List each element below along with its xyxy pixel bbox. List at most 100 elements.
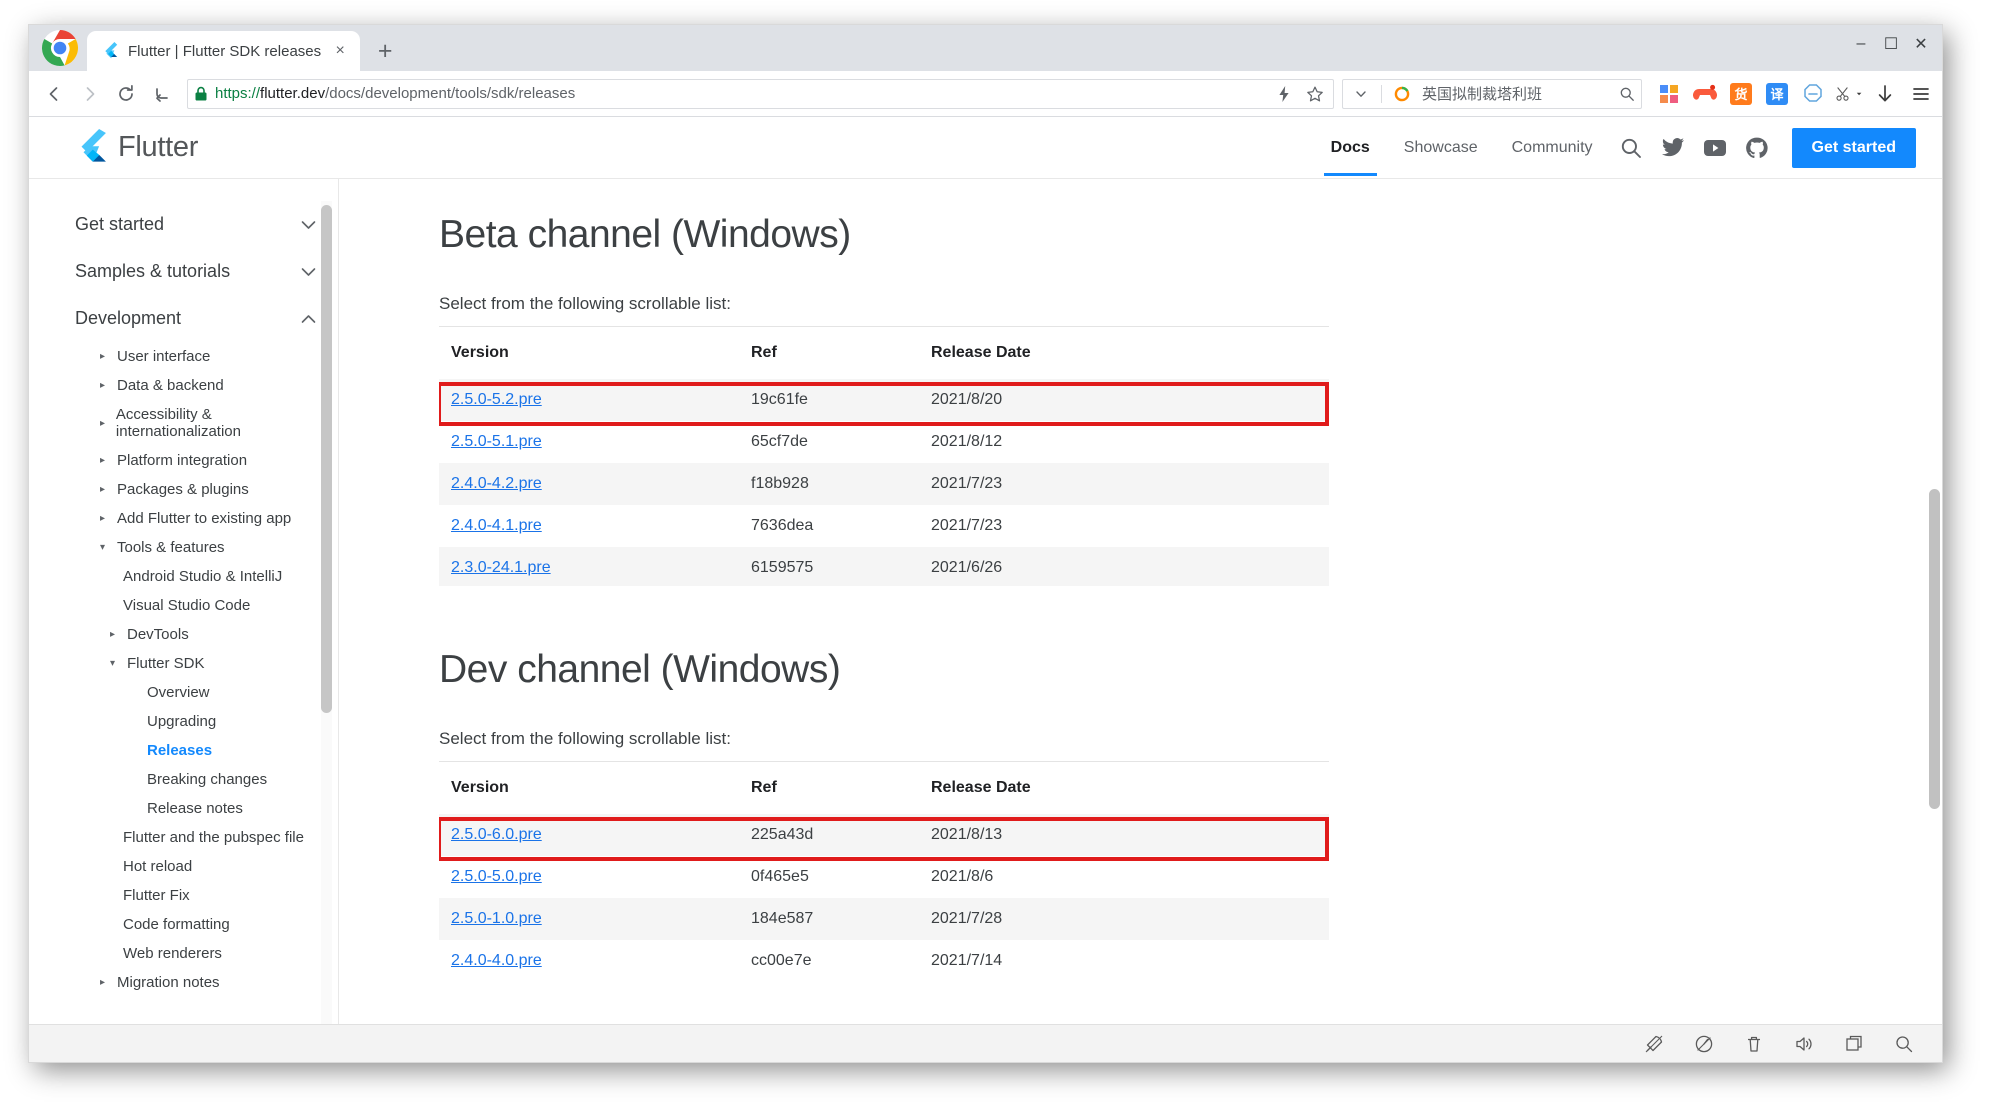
tab-close-icon[interactable]: ×: [330, 41, 350, 61]
dev-row-version[interactable]: 2.5.0-6.0.pre: [439, 814, 739, 856]
dev-row-date: 2021/7/14: [931, 952, 1003, 969]
table-row[interactable]: 2.4.0-4.0.pre cc00e7e 2021/7/14: [439, 940, 1329, 982]
rocket-icon[interactable]: [1642, 1032, 1666, 1056]
table-row[interactable]: 2.5.0-5.2.pre 19c61fe 2021/8/20: [439, 379, 1329, 421]
dev-row-version[interactable]: 2.4.0-4.0.pre: [439, 940, 739, 982]
dev-row-version[interactable]: 2.5.0-5.0.pre: [439, 856, 739, 898]
close-window-button[interactable]: ✕: [1906, 31, 1936, 57]
sidebar-item-releases[interactable]: Releases: [75, 736, 316, 765]
sidebar-item-flutter-fix[interactable]: Flutter Fix: [75, 881, 316, 910]
trash-icon[interactable]: [1742, 1032, 1766, 1056]
forward-button[interactable]: [73, 77, 107, 111]
sidebar-item-data-backend[interactable]: ▸ Data & backend: [75, 371, 316, 400]
sidebar-item-upgrading[interactable]: Upgrading: [75, 707, 316, 736]
beta-row-version[interactable]: 2.5.0-5.1.pre: [439, 421, 739, 463]
dev-table-header-row: Version Ref Release Date: [439, 762, 1329, 814]
sidebar-item-add-flutter-existing-app[interactable]: ▸ Add Flutter to existing app: [75, 504, 316, 533]
sidebar-item-tools-features[interactable]: ▾ Tools & features: [75, 533, 316, 562]
get-started-button[interactable]: Get started: [1791, 127, 1916, 168]
search-icon[interactable]: [1892, 1032, 1916, 1056]
brand[interactable]: Flutter: [75, 128, 198, 167]
search-icon[interactable]: [1610, 127, 1652, 169]
nav-link-docs[interactable]: Docs: [1314, 119, 1387, 176]
sidebar-item-flutter-sdk[interactable]: ▾ Flutter SDK: [75, 649, 316, 678]
adblock-icon[interactable]: [1800, 81, 1826, 107]
sidebar-item-migration-notes[interactable]: ▸ Migration notes: [75, 968, 316, 997]
version-link[interactable]: 2.5.0-5.0.pre: [451, 868, 542, 885]
table-row[interactable]: 2.5.0-1.0.pre 184e587 2021/7/28: [439, 898, 1329, 940]
table-row[interactable]: 2.3.0-24.1.pre 6159575 2021/6/26: [439, 547, 1329, 586]
menu-icon[interactable]: [1908, 81, 1934, 107]
version-link[interactable]: 2.3.0-24.1.pre: [451, 559, 551, 576]
search-engine-box[interactable]: 英国拟制裁塔利班: [1342, 78, 1642, 109]
sidebar-item-devtools[interactable]: ▸ DevTools: [75, 620, 316, 649]
chevron-down-icon[interactable]: [1349, 82, 1373, 106]
dev-row-version[interactable]: 2.5.0-1.0.pre: [439, 898, 739, 940]
page-scrollbar-track[interactable]: [1926, 179, 1942, 1062]
table-row[interactable]: 2.5.0-5.1.pre 65cf7de 2021/8/12: [439, 421, 1329, 463]
browser-tab[interactable]: Flutter | Flutter SDK releases ×: [87, 31, 361, 71]
sidebar-section-get-started[interactable]: Get started: [75, 201, 316, 248]
beta-row-version[interactable]: 2.3.0-24.1.pre: [439, 547, 739, 586]
version-link[interactable]: 2.4.0-4.1.pre: [451, 517, 542, 534]
sidebar-item-web-renderers[interactable]: Web renderers: [75, 939, 316, 968]
speed-dial-icon[interactable]: [1692, 1032, 1716, 1056]
minimize-button[interactable]: –: [1846, 31, 1876, 57]
beta-row-ref: f18b928: [751, 475, 809, 492]
game-controller-icon[interactable]: [1692, 81, 1718, 107]
beta-row-ref: 19c61fe: [751, 391, 808, 408]
sidebar-item-platform-integration[interactable]: ▸ Platform integration: [75, 446, 316, 475]
beta-row-version[interactable]: 2.4.0-4.2.pre: [439, 463, 739, 505]
version-link[interactable]: 2.4.0-4.2.pre: [451, 475, 542, 492]
sidebar-item-breaking-changes[interactable]: Breaking changes: [75, 765, 316, 794]
search-icon[interactable]: [1619, 86, 1635, 102]
download-icon[interactable]: [1872, 81, 1898, 107]
volume-icon[interactable]: [1792, 1032, 1816, 1056]
reload-button[interactable]: [109, 77, 143, 111]
sidebar-item-flutter-pubspec-file[interactable]: Flutter and the pubspec file: [75, 823, 316, 852]
sidebar-item-release-notes[interactable]: Release notes: [75, 794, 316, 823]
table-row[interactable]: 2.5.0-6.0.pre 225a43d 2021/8/13: [439, 814, 1329, 856]
lightning-icon[interactable]: [1272, 82, 1296, 106]
translate-badge-icon[interactable]: 译: [1764, 81, 1790, 107]
youtube-icon[interactable]: [1694, 127, 1736, 169]
version-link[interactable]: 2.5.0-1.0.pre: [451, 910, 542, 927]
sidebar-item-accessibility[interactable]: ▸ Accessibility & internationalization: [75, 400, 316, 446]
version-link[interactable]: 2.5.0-5.1.pre: [451, 433, 542, 450]
sidebar-item-label: Web renderers: [123, 945, 222, 962]
sidebar-scrollbar-thumb[interactable]: [321, 205, 332, 713]
sidebar-item-code-formatting[interactable]: Code formatting: [75, 910, 316, 939]
nav-link-showcase[interactable]: Showcase: [1387, 119, 1495, 176]
github-icon[interactable]: [1736, 127, 1778, 169]
table-row[interactable]: 2.4.0-4.1.pre 7636dea 2021/7/23: [439, 505, 1329, 547]
version-link[interactable]: 2.5.0-6.0.pre: [451, 826, 542, 843]
version-link[interactable]: 2.4.0-4.0.pre: [451, 952, 542, 969]
back-button[interactable]: [37, 77, 71, 111]
nav-link-community[interactable]: Community: [1495, 119, 1610, 176]
address-bar[interactable]: https://flutter.dev/docs/development/too…: [187, 78, 1334, 109]
version-link[interactable]: 2.5.0-5.2.pre: [451, 391, 542, 408]
scissors-icon[interactable]: [1836, 81, 1862, 107]
beta-row-version[interactable]: 2.4.0-4.1.pre: [439, 505, 739, 547]
table-row[interactable]: 2.4.0-4.2.pre f18b928 2021/7/23: [439, 463, 1329, 505]
sidebar-item-packages-plugins[interactable]: ▸ Packages & plugins: [75, 475, 316, 504]
beta-table-body: 2.5.0-5.2.pre 19c61fe 2021/8/20 2.5.0-5.…: [439, 379, 1329, 586]
sidebar-item-overview[interactable]: Overview: [75, 678, 316, 707]
table-row[interactable]: 2.5.0-5.0.pre 0f465e5 2021/8/6: [439, 856, 1329, 898]
apps-grid-icon[interactable]: [1656, 81, 1682, 107]
huo-badge-icon[interactable]: 货: [1728, 81, 1754, 107]
page-scrollbar-thumb[interactable]: [1929, 489, 1940, 809]
new-tab-button[interactable]: +: [368, 34, 402, 68]
sidebar-item-hot-reload[interactable]: Hot reload: [75, 852, 316, 881]
twitter-icon[interactable]: [1652, 127, 1694, 169]
window-icon[interactable]: [1842, 1032, 1866, 1056]
home-button[interactable]: [145, 77, 179, 111]
maximize-button[interactable]: ☐: [1876, 31, 1906, 57]
sidebar-section-samples-tutorials[interactable]: Samples & tutorials: [75, 248, 316, 295]
star-icon[interactable]: [1303, 82, 1327, 106]
sidebar-section-development[interactable]: Development: [75, 295, 316, 342]
sidebar-item-android-studio-intellij[interactable]: Android Studio & IntelliJ: [75, 562, 316, 591]
beta-row-version[interactable]: 2.5.0-5.2.pre: [439, 379, 739, 421]
sidebar-item-visual-studio-code[interactable]: Visual Studio Code: [75, 591, 316, 620]
sidebar-item-user-interface[interactable]: ▸ User interface: [75, 342, 316, 371]
